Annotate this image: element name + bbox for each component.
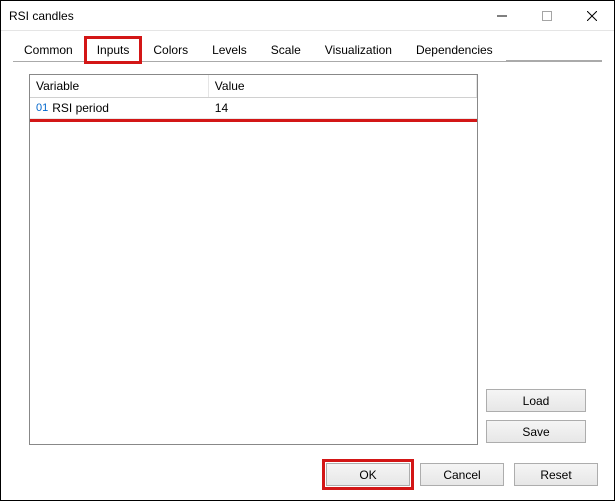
window-controls	[479, 1, 614, 30]
footer-buttons: OK Cancel Reset	[1, 453, 614, 500]
load-button[interactable]: Load	[486, 389, 586, 412]
side-buttons: Load Save	[486, 74, 586, 445]
ok-button[interactable]: OK	[326, 463, 410, 486]
cancel-button[interactable]: Cancel	[420, 463, 504, 486]
reset-button[interactable]: Reset	[514, 463, 598, 486]
close-button[interactable]	[569, 1, 614, 30]
tab-common[interactable]: Common	[13, 38, 84, 61]
save-button[interactable]: Save	[486, 420, 586, 443]
highlighted-table-area: Variable Value 01 RSI period 14	[30, 75, 477, 119]
minimize-button[interactable]	[479, 1, 524, 30]
dialog-window: RSI candles Common Inputs Colors Levels …	[0, 0, 615, 501]
maximize-button	[524, 1, 569, 30]
header-value[interactable]: Value	[209, 75, 477, 97]
tab-scale[interactable]: Scale	[260, 38, 312, 61]
window-title: RSI candles	[9, 9, 479, 23]
tab-colors[interactable]: Colors	[142, 38, 199, 61]
row-index: 01	[36, 102, 48, 114]
titlebar: RSI candles	[1, 1, 614, 31]
tab-inputs[interactable]: Inputs	[86, 38, 141, 62]
tab-visualization[interactable]: Visualization	[314, 38, 403, 61]
inputs-table: Variable Value 01 RSI period 14	[29, 74, 478, 445]
tab-dependencies[interactable]: Dependencies	[405, 38, 504, 61]
tab-levels[interactable]: Levels	[201, 38, 258, 61]
row-variable-name: RSI period	[52, 101, 109, 115]
row-value[interactable]: 14	[209, 98, 477, 118]
tab-bar: Common Inputs Colors Levels Scale Visual…	[1, 31, 614, 61]
table-header: Variable Value	[30, 75, 477, 98]
tab-content: Variable Value 01 RSI period 14 Load Sav…	[13, 61, 602, 453]
table-row[interactable]: 01 RSI period 14	[30, 98, 477, 119]
row-variable: 01 RSI period	[30, 98, 209, 118]
header-variable[interactable]: Variable	[30, 75, 209, 97]
